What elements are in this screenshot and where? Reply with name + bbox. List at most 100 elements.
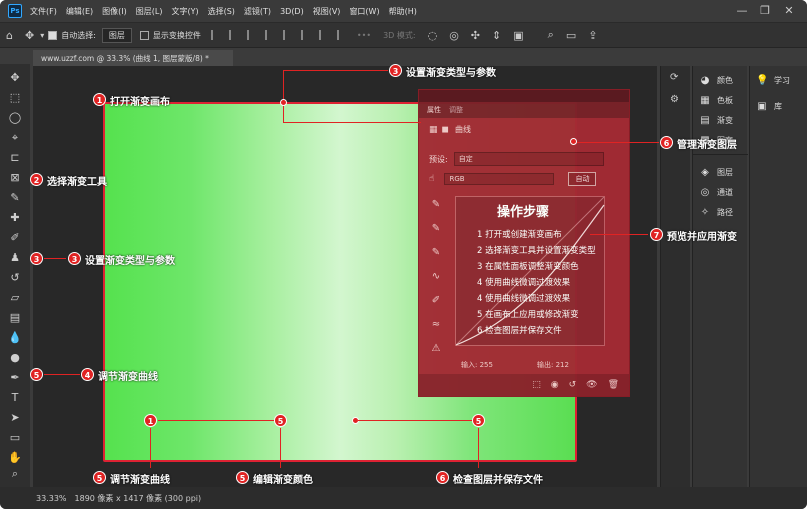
eraser-icon[interactable]: ▱: [7, 290, 23, 306]
eyedropper-black-icon[interactable]: ✎: [429, 198, 443, 212]
maximize-icon[interactable]: ❐: [758, 4, 772, 18]
channel-dropdown[interactable]: RGB: [444, 173, 555, 185]
panel-layers[interactable]: ◈ 图层: [699, 164, 733, 180]
align-left-icon[interactable]: [210, 30, 221, 40]
history-brush-icon[interactable]: ↺: [7, 270, 23, 286]
auto-select-dropdown[interactable]: 图层: [101, 27, 132, 43]
home-icon[interactable]: ⌂: [6, 29, 13, 42]
menu-view[interactable]: 视图(V): [313, 6, 341, 17]
auto-button[interactable]: 自动: [568, 172, 597, 186]
orbit-3d-icon[interactable]: ◌: [428, 29, 438, 42]
share-icon[interactable]: ⇪: [588, 29, 597, 42]
eyedropper-gray-icon[interactable]: ✎: [429, 222, 443, 236]
visibility-icon[interactable]: 👁: [586, 380, 597, 390]
reset-icon[interactable]: ↺: [569, 380, 577, 390]
lasso-icon[interactable]: ◯: [7, 110, 23, 126]
marquee-icon[interactable]: ⬚: [7, 90, 23, 106]
menu-select[interactable]: 选择(S): [208, 6, 235, 17]
scale-3d-icon[interactable]: ▣: [513, 29, 523, 42]
menu-help[interactable]: 帮助(H): [389, 6, 417, 17]
show-transform-checkbox[interactable]: [139, 30, 149, 40]
panel-channels[interactable]: ◎ 通道: [699, 184, 733, 200]
roll-3d-icon[interactable]: ◎: [449, 29, 459, 42]
properties-icon[interactable]: ⚙: [670, 94, 679, 105]
brush-icon[interactable]: ✐: [7, 230, 23, 246]
menu-edit[interactable]: 编辑(E): [66, 6, 93, 17]
crop-icon[interactable]: ⊏: [7, 150, 23, 166]
pan-3d-icon[interactable]: ✣: [471, 29, 480, 42]
tab-properties[interactable]: 属性: [427, 105, 441, 115]
document-tab[interactable]: www.uzzf.com @ 33.3% (曲线 1, 图层蒙版/8) *: [33, 50, 233, 66]
menu-image[interactable]: 图像(I): [102, 6, 127, 17]
align-top-icon[interactable]: [264, 30, 275, 40]
distribute-h-icon[interactable]: [336, 30, 347, 40]
chevron-down-icon[interactable]: ▾: [40, 31, 44, 40]
status-bar: 33.33% 1890 像素 x 1417 像素 (300 ppi): [0, 487, 807, 509]
preset-row: 预设: 自定: [429, 152, 639, 166]
move-icon[interactable]: ✥: [7, 70, 23, 86]
pen-icon[interactable]: ✒: [7, 370, 23, 386]
menu-type[interactable]: 文字(Y): [171, 6, 198, 17]
history-icon[interactable]: ⟳: [670, 72, 678, 83]
mask-icon[interactable]: ◼: [442, 125, 449, 135]
color-icon: ◕: [700, 74, 710, 86]
path-select-icon[interactable]: ➤: [7, 410, 23, 426]
curve-pencil-icon[interactable]: ✐: [429, 294, 443, 308]
hand-icon[interactable]: ✋: [7, 450, 23, 466]
tab-adjustments[interactable]: 调整: [449, 105, 463, 115]
blur-icon[interactable]: 💧: [7, 330, 23, 346]
quick-select-icon[interactable]: ⌖: [7, 130, 23, 146]
stamp-icon[interactable]: ♟: [7, 250, 23, 266]
slide-3d-icon[interactable]: ⇕: [492, 29, 501, 42]
panel-libraries[interactable]: ▣ 库: [756, 98, 782, 114]
align-center-icon[interactable]: [228, 30, 239, 40]
annotation-badge: 5: [93, 471, 106, 484]
minimize-icon[interactable]: —: [735, 4, 749, 18]
rectangle-icon[interactable]: ▭: [7, 430, 23, 446]
gradients-icon: ▤: [700, 114, 710, 126]
zoom-icon[interactable]: ⌕: [7, 466, 23, 482]
panel-paths[interactable]: ✧ 路径: [699, 204, 733, 220]
align-middle-icon[interactable]: [282, 30, 293, 40]
close-icon[interactable]: ✕: [782, 4, 796, 18]
healing-icon[interactable]: ✚: [7, 210, 23, 226]
panel-swatches[interactable]: ▦ 色板: [699, 92, 733, 108]
move-tool-icon[interactable]: ✥: [25, 29, 34, 42]
curve-point-icon[interactable]: ∿: [429, 270, 443, 284]
menu-layer[interactable]: 图层(L): [136, 6, 163, 17]
eyedropper-white-icon[interactable]: ✎: [429, 246, 443, 260]
delete-icon[interactable]: 🗑: [608, 380, 619, 390]
panel-gradients[interactable]: ▤ 渐变: [699, 112, 733, 128]
view-previous-icon[interactable]: ◉: [551, 380, 559, 390]
menu-3d[interactable]: 3D(D): [280, 7, 304, 16]
distribute-icon[interactable]: [318, 30, 329, 40]
align-right-icon[interactable]: [246, 30, 257, 40]
menu-filter[interactable]: 滤镜(T): [244, 6, 271, 17]
gradient-icon[interactable]: ▤: [7, 310, 23, 326]
menu-file[interactable]: 文件(F): [30, 6, 57, 17]
target-adjust-icon[interactable]: ☝: [429, 174, 434, 184]
workspace-icon[interactable]: ▭: [566, 29, 576, 42]
panel-color[interactable]: ◕ 颜色: [699, 72, 733, 88]
preset-dropdown[interactable]: 自定: [453, 152, 604, 166]
annotation-line: [577, 142, 659, 143]
menu-window[interactable]: 窗口(W): [349, 6, 379, 17]
channels-icon: ◎: [700, 186, 710, 198]
type-icon[interactable]: T: [7, 390, 23, 406]
zoom-level[interactable]: 33.33%: [36, 494, 67, 503]
panel-titlebar[interactable]: [419, 90, 629, 102]
search-icon[interactable]: ⌕: [548, 28, 554, 42]
align-bottom-icon[interactable]: [300, 30, 311, 40]
mode-3d-label: 3D 模式:: [383, 30, 416, 40]
panel-learn[interactable]: 💡 学习: [756, 72, 790, 88]
clip-to-layer-icon[interactable]: ⬚: [532, 380, 541, 390]
smooth-icon[interactable]: ≈: [429, 318, 443, 332]
clipping-warning-icon[interactable]: ⚠: [429, 342, 443, 356]
annotation-line: [358, 420, 472, 421]
step-item: 1 打开或创建渐变画布: [477, 230, 562, 240]
auto-select-checkbox[interactable]: [48, 30, 58, 40]
more-options-icon[interactable]: •••: [357, 31, 371, 40]
eyedropper-icon[interactable]: ✎: [7, 190, 23, 206]
frame-icon[interactable]: ⊠: [7, 170, 23, 186]
dodge-icon[interactable]: ●: [7, 350, 23, 366]
